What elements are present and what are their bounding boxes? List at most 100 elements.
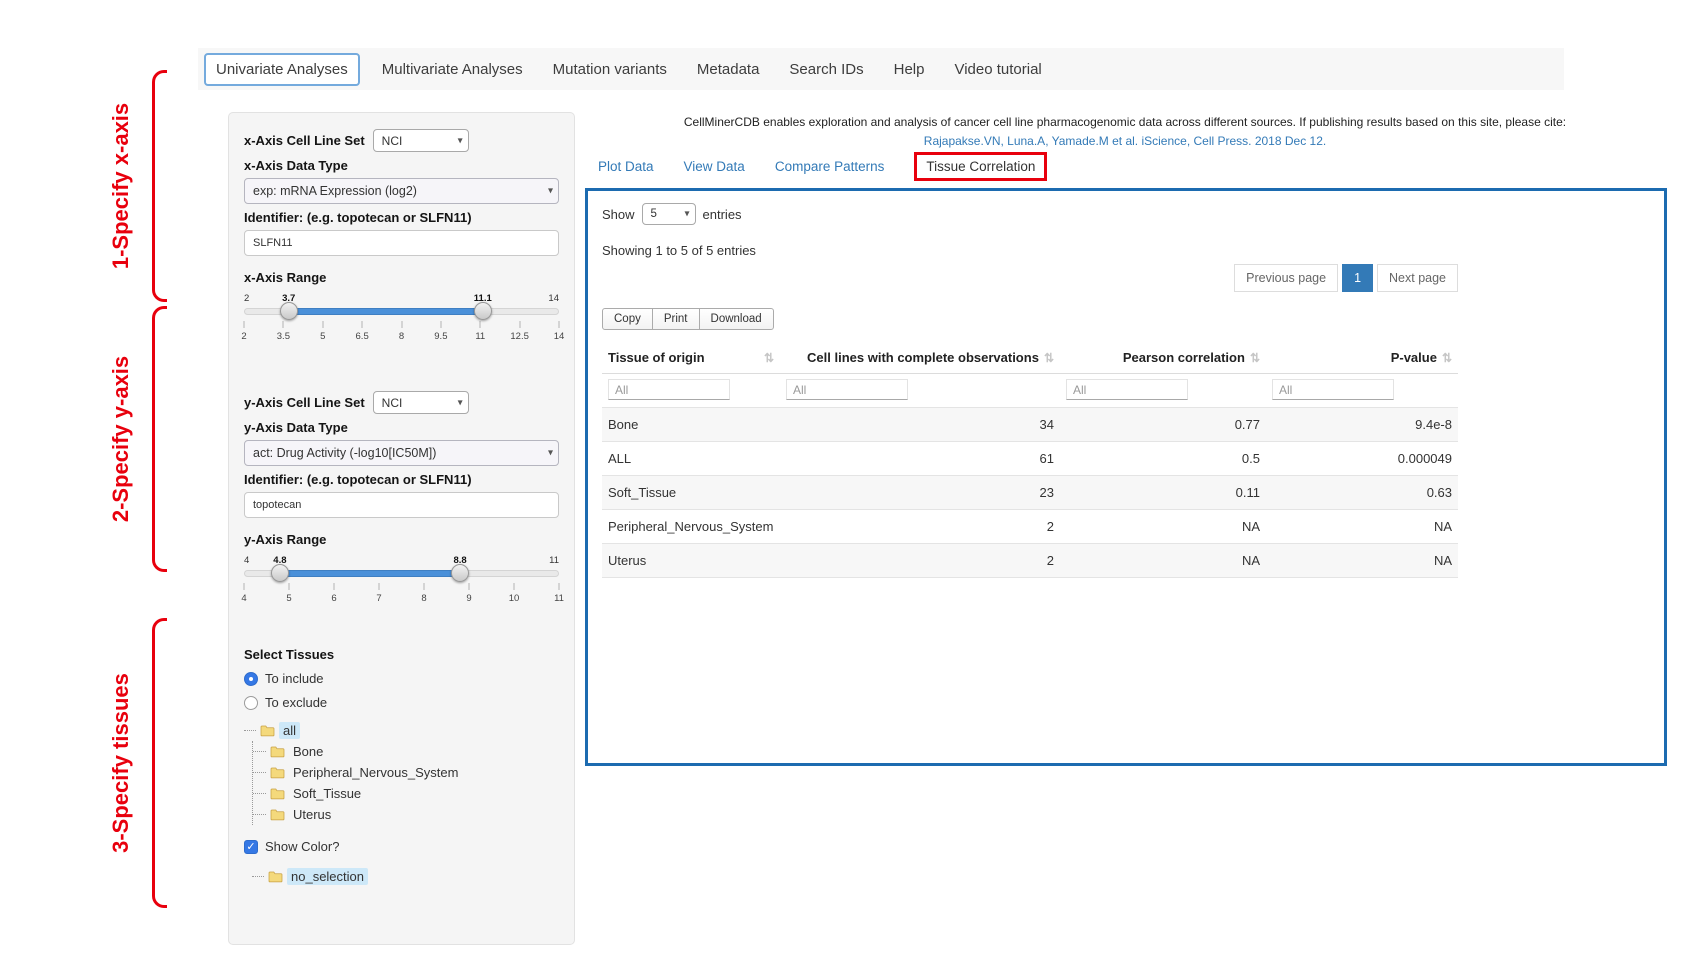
citation-link[interactable]: Rajapakse.VN, Luna.A, Yamade.M et al. iS… <box>585 133 1665 150</box>
x-tick-label: 11 <box>475 331 485 342</box>
y-range-min: 4 <box>244 555 249 566</box>
tissue-correlation-table: Tissue of origin ⇅ Cell lines with compl… <box>602 342 1458 578</box>
y-range-label: y-Axis Range <box>244 532 559 547</box>
y-data-type-label: y-Axis Data Type <box>244 420 559 435</box>
page-1-button[interactable]: 1 <box>1342 264 1373 292</box>
x-cell-line-set-label: x-Axis Cell Line Set <box>244 133 365 148</box>
y-tick-label: 9 <box>466 593 471 604</box>
chevron-down-icon: ▾ <box>458 397 463 408</box>
table-row-peripheral-nervous-system[interactable]: Peripheral_Nervous_System 2 NA NA <box>602 510 1458 544</box>
nav-tab-mutation-variants[interactable]: Mutation variants <box>545 55 675 84</box>
sort-icon[interactable]: ⇅ <box>1442 351 1452 365</box>
nav-tab-univariate-analyses[interactable]: Univariate Analyses <box>204 53 360 86</box>
column-header-tissue-of-origin[interactable]: Tissue of origin ⇅ <box>602 342 780 374</box>
x-tick-label: 12.5 <box>510 331 529 342</box>
export-buttons: Copy Print Download <box>602 308 1458 330</box>
table-row-uterus[interactable]: Uterus 2 NA NA <box>602 544 1458 578</box>
tree-node-uterus[interactable]: Uterus <box>253 804 559 825</box>
pagination: Previous page 1 Next page <box>602 264 1458 292</box>
y-tick-label: 11 <box>554 593 564 604</box>
filter-tissue-input[interactable] <box>608 379 730 400</box>
x-cell-line-set-value: NCI <box>382 134 403 148</box>
tissues-include-radio[interactable]: To include <box>244 671 559 686</box>
nav-tab-video-tutorial[interactable]: Video tutorial <box>946 55 1049 84</box>
control-sidebar: x-Axis Cell Line Set NCI ▾ x-Axis Data T… <box>228 112 575 945</box>
chevron-down-icon: ▾ <box>548 186 553 197</box>
tree-node-no-selection-label: no_selection <box>287 868 368 885</box>
x-tick-label: 14 <box>554 331 565 342</box>
annotation-bracket-1 <box>152 70 167 302</box>
tissue-correlation-panel: Show 5 ▾ entries Showing 1 to 5 of 5 ent… <box>585 188 1667 766</box>
annotation-bracket-2 <box>152 306 167 572</box>
table-row-all[interactable]: ALL 61 0.5 0.000049 <box>602 442 1458 476</box>
tab-tissue-correlation[interactable]: Tissue Correlation <box>914 152 1047 181</box>
chevron-down-icon: ▾ <box>685 209 690 220</box>
x-range-min: 2 <box>244 293 249 304</box>
tree-node-peripheral-nervous-system[interactable]: Peripheral_Nervous_System <box>253 762 559 783</box>
x-cell-line-set-select[interactable]: NCI ▾ <box>373 129 469 152</box>
x-range-max: 14 <box>548 293 559 304</box>
previous-page-button[interactable]: Previous page <box>1234 264 1338 292</box>
page-length-value: 5 <box>651 208 657 220</box>
folder-icon <box>270 745 285 758</box>
nav-tab-metadata[interactable]: Metadata <box>689 55 768 84</box>
y-range-selected-bar[interactable] <box>280 570 460 577</box>
column-header-pearson-correlation[interactable]: Pearson correlation ⇅ <box>1060 342 1266 374</box>
tree-node-soft-tissue-label: Soft_Tissue <box>289 785 365 802</box>
show-color-checkbox[interactable]: ✓ Show Color? <box>244 839 559 854</box>
sort-icon[interactable]: ⇅ <box>764 351 774 365</box>
folder-icon <box>270 787 285 800</box>
y-data-type-select[interactable]: act: Drug Activity (-log10[IC50M]) ▾ <box>244 440 559 466</box>
y-data-type-value: act: Drug Activity (-log10[IC50M]) <box>253 446 436 460</box>
chevron-down-icon: ▾ <box>458 135 463 146</box>
column-header-cell-lines[interactable]: Cell lines with complete observations ⇅ <box>780 342 1060 374</box>
folder-icon <box>270 766 285 779</box>
sort-icon[interactable]: ⇅ <box>1250 351 1260 365</box>
tab-compare-patterns[interactable]: Compare Patterns <box>775 159 885 174</box>
tab-plot-data[interactable]: Plot Data <box>598 159 654 174</box>
tree-node-no-selection[interactable]: no_selection <box>252 866 559 887</box>
tree-node-soft-tissue[interactable]: Soft_Tissue <box>253 783 559 804</box>
y-range-grid: 4 5 6 7 8 9 10 11 <box>244 583 559 609</box>
tree-node-bone[interactable]: Bone <box>253 741 559 762</box>
cellminercdb-app: { "annotations": { "step1": "1-Specify x… <box>0 0 1700 956</box>
nav-tab-search-ids[interactable]: Search IDs <box>781 55 871 84</box>
annotation-step-3: 3-Specify tissues <box>108 673 134 853</box>
x-range-handle-to[interactable] <box>474 302 492 320</box>
tree-node-bone-label: Bone <box>289 743 327 760</box>
column-header-p-value[interactable]: P-value ⇅ <box>1266 342 1458 374</box>
copy-button[interactable]: Copy <box>602 308 653 330</box>
download-button[interactable]: Download <box>699 308 774 330</box>
tab-view-data[interactable]: View Data <box>684 159 745 174</box>
y-range-handle-from[interactable] <box>271 564 289 582</box>
filter-pearson-input[interactable] <box>1066 379 1188 400</box>
tree-node-uterus-label: Uterus <box>289 806 335 823</box>
x-range-selected-bar[interactable] <box>289 308 483 315</box>
selection-tree: no_selection <box>252 866 559 887</box>
y-range-handle-to[interactable] <box>451 564 469 582</box>
x-identifier-input[interactable] <box>244 230 559 256</box>
table-row-bone[interactable]: Bone 34 0.77 9.4e-8 <box>602 408 1458 442</box>
page-length-select[interactable]: 5 ▾ <box>642 203 696 225</box>
show-label: Show <box>602 207 635 222</box>
x-data-type-value: exp: mRNA Expression (log2) <box>253 184 417 198</box>
next-page-button[interactable]: Next page <box>1377 264 1458 292</box>
nav-tab-multivariate-analyses[interactable]: Multivariate Analyses <box>374 55 531 84</box>
x-range-handle-from[interactable] <box>280 302 298 320</box>
y-range-max: 11 <box>549 555 559 566</box>
y-tick-label: 7 <box>376 593 381 604</box>
x-data-type-select[interactable]: exp: mRNA Expression (log2) ▾ <box>244 178 559 204</box>
y-tick-label: 10 <box>509 593 520 604</box>
include-label: To include <box>265 671 324 686</box>
y-identifier-input[interactable] <box>244 492 559 518</box>
tissues-exclude-radio[interactable]: To exclude <box>244 695 559 710</box>
y-cell-line-set-select[interactable]: NCI ▾ <box>373 391 469 414</box>
tree-node-all[interactable]: all <box>244 720 559 741</box>
sort-icon[interactable]: ⇅ <box>1044 351 1054 365</box>
filter-pvalue-input[interactable] <box>1272 379 1394 400</box>
print-button[interactable]: Print <box>652 308 700 330</box>
nav-tab-help[interactable]: Help <box>886 55 933 84</box>
table-row-soft-tissue[interactable]: Soft_Tissue 23 0.11 0.63 <box>602 476 1458 510</box>
x-tick-label: 8 <box>399 331 404 342</box>
filter-cell-lines-input[interactable] <box>786 379 908 400</box>
